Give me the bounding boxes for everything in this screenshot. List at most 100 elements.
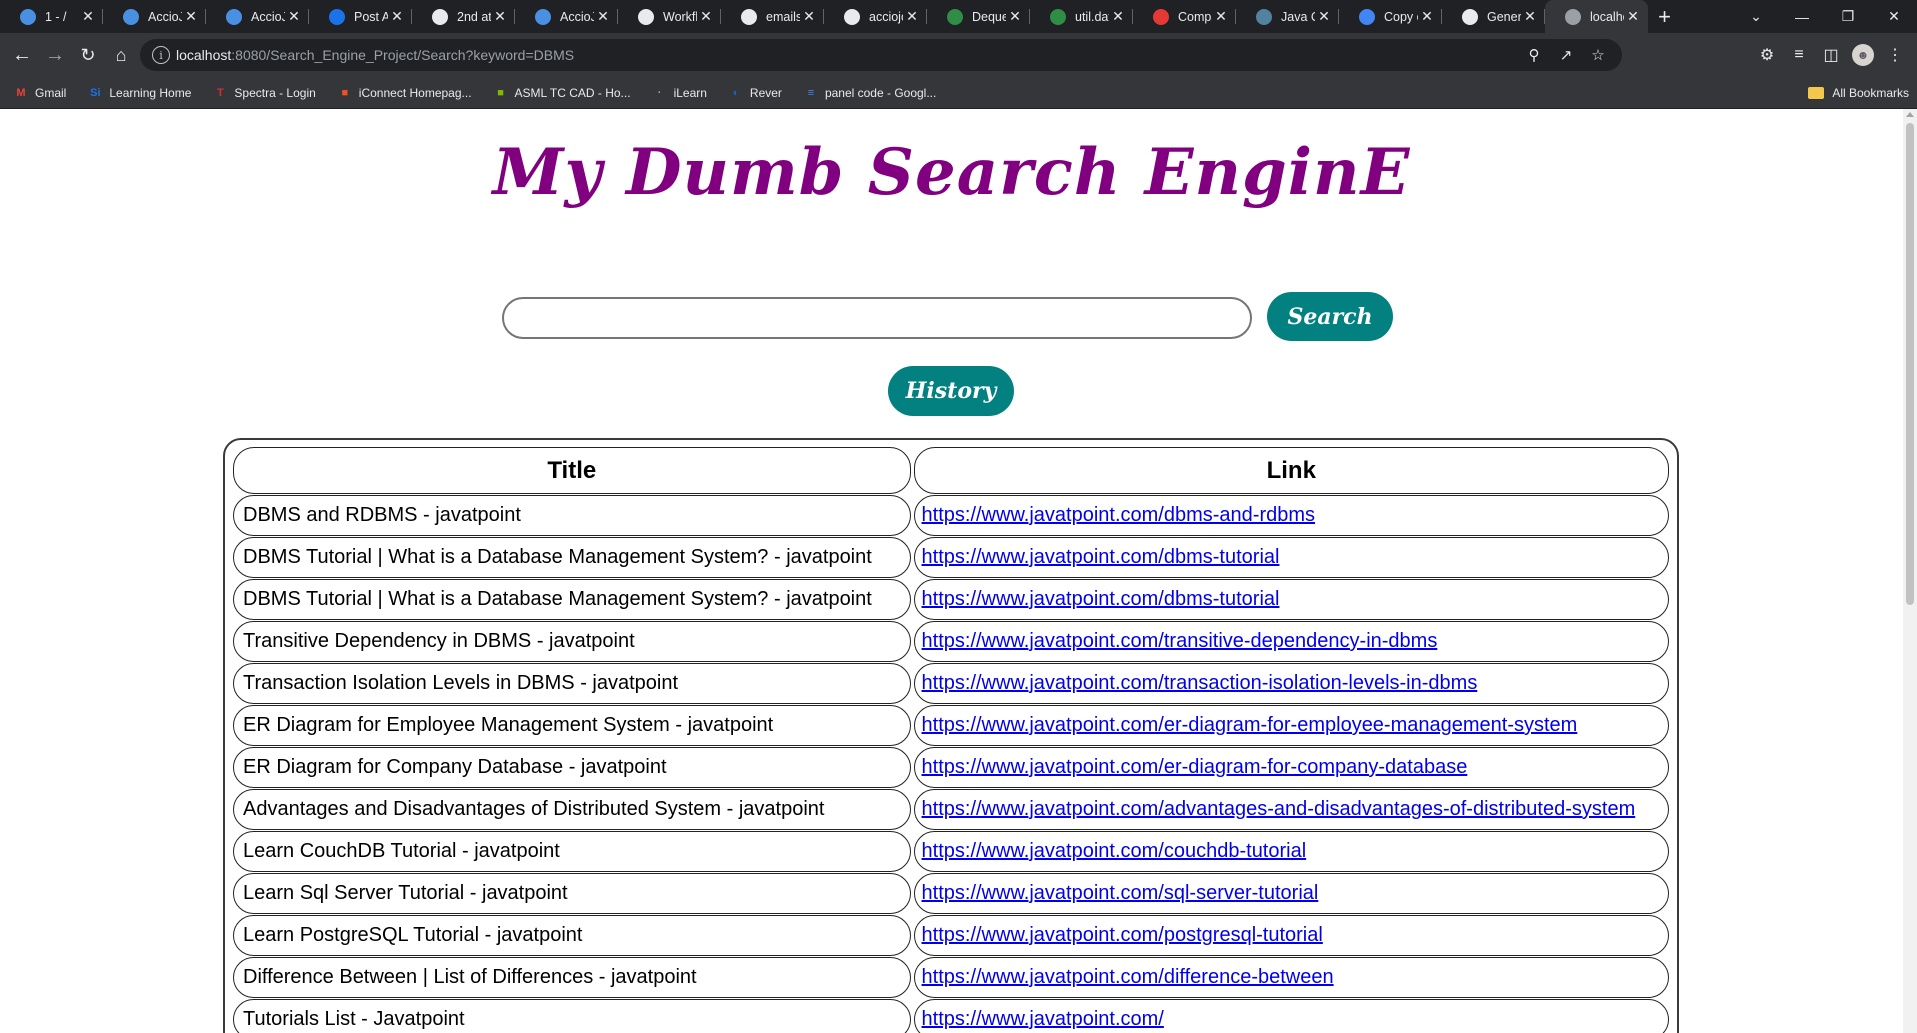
bookmark-label: Spectra - Login	[234, 85, 316, 100]
result-link[interactable]: https://www.javatpoint.com/couchdb-tutor…	[922, 840, 1307, 863]
browser-tab[interactable]: Deque ✕	[927, 0, 1030, 33]
browser-tab[interactable]: Compa✕	[1133, 0, 1236, 33]
bookmark-label: iConnect Homepag...	[358, 85, 472, 100]
home-icon[interactable]: ⌂	[105, 39, 137, 71]
bookmark-item[interactable]: ≡ panel code - Googl...	[790, 79, 944, 107]
browser-tab[interactable]: acciojo✕	[824, 0, 927, 33]
browser-tab[interactable]: AccioJo✕	[103, 0, 206, 33]
browser-tab[interactable]: util.dat ✕	[1030, 0, 1133, 33]
forward-icon[interactable]: →	[39, 39, 71, 71]
gfg-icon	[1050, 8, 1066, 25]
reading-list-icon[interactable]: ≡	[1783, 39, 1815, 71]
search-input[interactable]	[502, 297, 1252, 339]
result-title: Transitive Dependency in DBMS - javatpoi…	[233, 621, 911, 662]
close-tab-icon[interactable]: ✕	[285, 8, 303, 25]
github-icon	[741, 8, 757, 25]
close-tab-icon[interactable]: ✕	[388, 8, 406, 25]
bookmark-item[interactable]: Si Learning Home	[74, 79, 199, 107]
result-link[interactable]: https://www.javatpoint.com/dbms-and-rdbm…	[922, 504, 1316, 527]
result-link[interactable]: https://www.javatpoint.com/er-diagram-fo…	[922, 714, 1578, 737]
site-info-icon[interactable]: i	[152, 46, 170, 64]
close-tab-icon[interactable]: ✕	[1212, 8, 1230, 25]
result-title: Learn PostgreSQL Tutorial - javatpoint	[233, 915, 911, 956]
minimize-icon[interactable]: —	[1779, 0, 1825, 33]
browser-tab[interactable]: Copy o✕	[1339, 0, 1442, 33]
result-link[interactable]: https://www.javatpoint.com/	[922, 1008, 1164, 1031]
table-body: DBMS and RDBMS - javatpoint https://www.j…	[233, 495, 1669, 1033]
close-window-icon[interactable]: ✕	[1871, 0, 1917, 33]
browser-tab[interactable]: Workflo✕	[618, 0, 721, 33]
browser-toolbar: ← → ↻ ⌂ i localhost:8080/Search_Engine_P…	[0, 33, 1917, 77]
bookmark-item[interactable]: T Spectra - Login	[199, 79, 323, 107]
result-link[interactable]: https://www.javatpoint.com/postgresql-tu…	[922, 924, 1323, 947]
menu-icon[interactable]: ⋮	[1879, 39, 1911, 71]
result-link[interactable]: https://www.javatpoint.com/er-diagram-fo…	[922, 756, 1468, 779]
table-row: Difference Between | List of Differences…	[233, 957, 1669, 998]
close-tab-icon[interactable]: ✕	[491, 8, 509, 25]
result-link[interactable]: https://www.javatpoint.com/transitive-de…	[922, 630, 1438, 653]
back-icon[interactable]: ←	[6, 39, 38, 71]
bookmark-item[interactable]: ■ ASML TC CAD - Ho...	[480, 79, 639, 107]
profile-avatar[interactable]: ☻	[1847, 39, 1879, 71]
close-tab-icon[interactable]: ✕	[79, 8, 97, 25]
close-tab-icon[interactable]: ✕	[697, 8, 715, 25]
bookmarks-bar: M Gmail Si Learning Home T Spectra - Login ■ iC…	[0, 77, 1917, 109]
all-bookmarks-button[interactable]: All Bookmarks	[1808, 77, 1909, 109]
close-tab-icon[interactable]: ✕	[1624, 8, 1642, 25]
new-tab-button[interactable]: +	[1648, 0, 1681, 33]
result-link[interactable]: https://www.javatpoint.com/dbms-tutorial	[922, 588, 1280, 611]
result-link[interactable]: https://www.javatpoint.com/difference-be…	[922, 966, 1334, 989]
result-link[interactable]: https://www.javatpoint.com/transaction-i…	[922, 672, 1478, 695]
browser-tab[interactable]: Post At✕	[309, 0, 412, 33]
extensions-icon[interactable]: ⚙	[1751, 39, 1783, 71]
scroll-up-arrow-icon[interactable]	[1906, 112, 1914, 117]
address-bar[interactable]: i localhost:8080/Search_Engine_Project/S…	[140, 39, 1622, 71]
close-tab-icon[interactable]: ✕	[1418, 8, 1436, 25]
tab-label: util.dat	[1075, 9, 1109, 24]
close-tab-icon[interactable]: ✕	[903, 8, 921, 25]
close-tab-icon[interactable]: ✕	[182, 8, 200, 25]
share-icon[interactable]: ↗	[1550, 39, 1582, 71]
side-panel-icon[interactable]: ◫	[1815, 39, 1847, 71]
bookmark-item[interactable]: ■ iConnect Homepag...	[324, 79, 480, 107]
tab-search-icon[interactable]: ⌄	[1733, 0, 1779, 33]
result-link[interactable]: https://www.javatpoint.com/sql-server-tu…	[922, 882, 1319, 905]
zoom-icon[interactable]: ⚲	[1518, 39, 1550, 71]
bookmark-item[interactable]: · iLearn	[639, 79, 715, 107]
page-scrollbar[interactable]	[1903, 109, 1917, 1033]
result-link[interactable]: https://www.javatpoint.com/advantages-an…	[922, 798, 1636, 821]
search-button[interactable]: Search	[1267, 292, 1393, 341]
browser-tab[interactable]: localho✕	[1545, 0, 1648, 33]
bookmark-item[interactable]: ◐ Rever	[715, 79, 790, 107]
url-path: :8080/Search_Engine_Project/Search?keywo…	[231, 47, 575, 63]
result-link-cell: https://www.javatpoint.com/couchdb-tutor…	[913, 831, 1669, 872]
browser-tab[interactable]: emails-✕	[721, 0, 824, 33]
table-row: DBMS Tutorial | What is a Database Manag…	[233, 537, 1669, 578]
close-tab-icon[interactable]: ✕	[800, 8, 818, 25]
bookmark-item[interactable]: M Gmail	[0, 79, 74, 107]
browser-tab[interactable]: AccioJo✕	[515, 0, 618, 33]
browser-tab[interactable]: Genera✕	[1442, 0, 1545, 33]
table-header-row: Title Link	[233, 447, 1669, 494]
result-link-cell: https://www.javatpoint.com/sql-server-tu…	[913, 873, 1669, 914]
close-tab-icon[interactable]: ✕	[1006, 8, 1024, 25]
history-button[interactable]: History	[888, 366, 1014, 416]
ms-icon: ■	[341, 86, 349, 99]
bookmark-star-icon[interactable]: ☆	[1582, 39, 1614, 71]
result-link-cell: https://www.javatpoint.com/postgresql-tu…	[913, 915, 1669, 956]
close-tab-icon[interactable]: ✕	[594, 8, 612, 25]
browser-tab[interactable]: 2nd att✕	[412, 0, 515, 33]
browser-tab[interactable]: AccioJo✕	[206, 0, 309, 33]
close-tab-icon[interactable]: ✕	[1109, 8, 1127, 25]
result-title: Learn Sql Server Tutorial - javatpoint	[233, 873, 911, 914]
address-bar-actions: ⚲ ↗ ☆	[1518, 39, 1614, 71]
close-tab-icon[interactable]: ✕	[1315, 8, 1333, 25]
browser-tab[interactable]: 1 - / ✕	[0, 0, 103, 33]
result-link[interactable]: https://www.javatpoint.com/dbms-tutorial	[922, 546, 1280, 569]
tab-label: emails-	[766, 9, 800, 24]
restore-icon[interactable]: ❐	[1825, 0, 1871, 33]
close-tab-icon[interactable]: ✕	[1521, 8, 1539, 25]
browser-tab[interactable]: Java Cc✕	[1236, 0, 1339, 33]
reload-icon[interactable]: ↻	[72, 39, 104, 71]
scrollbar-thumb[interactable]	[1906, 123, 1914, 605]
